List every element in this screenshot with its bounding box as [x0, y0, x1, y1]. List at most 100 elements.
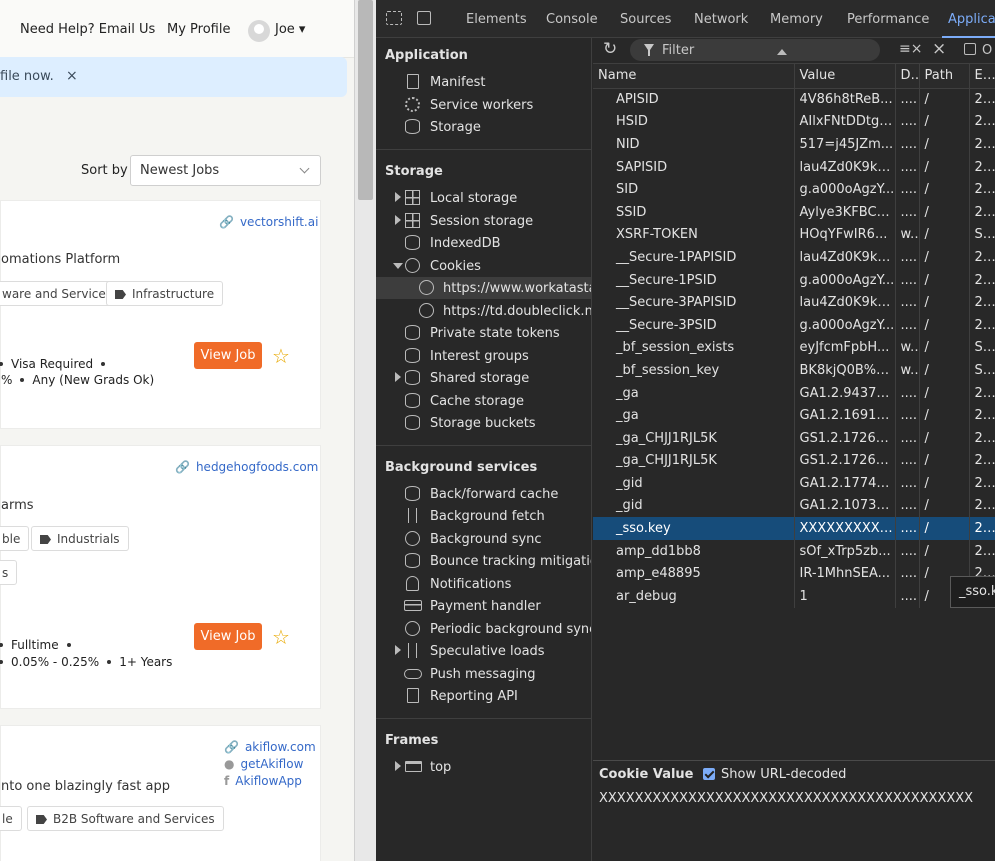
sidebar-item-cookie-origin-workatastartup[interactable]: https://www.workatastartu: [376, 277, 591, 299]
industry-tag: B2B Software and Services: [27, 806, 224, 831]
table-row[interactable]: _gaGA1.2.16912......./202: [593, 404, 995, 427]
company-link[interactable]: 🔗 vectorshift.ai: [219, 215, 318, 229]
sidebar-item-notifications[interactable]: Notifications: [376, 573, 591, 595]
top-navigation: Need Help? Email Us My Profile Joe ▾: [0, 0, 354, 58]
sidebar-item-back-forward-cache[interactable]: Back/forward cache: [376, 483, 591, 505]
sidebar-item-storage-buckets[interactable]: Storage buckets: [376, 412, 591, 434]
table-row[interactable]: HSIDAIlxFNtDDtg_......./202: [593, 110, 995, 134]
table-row[interactable]: ar_debug1..../202: [593, 585, 995, 608]
cookie-value-text[interactable]: XXXXXXXXXXXXXXXXXXXXXXXXXXXXXXXXXXXXXXXX…: [599, 791, 973, 806]
tab-memory[interactable]: Memory: [770, 12, 823, 27]
column-header-path[interactable]: Path: [919, 64, 970, 89]
sidebar-item-cookies[interactable]: Cookies: [376, 255, 591, 277]
help-email-link[interactable]: Need Help? Email Us: [20, 22, 155, 37]
page-scrollbar[interactable]: [354, 0, 376, 861]
column-header-domain[interactable]: D..: [895, 64, 920, 89]
my-profile-link[interactable]: My Profile: [167, 22, 230, 37]
sidebar-item-shared-storage[interactable]: Shared storage: [376, 367, 591, 389]
view-job-button[interactable]: View Job: [194, 623, 262, 650]
table-row[interactable]: SSIDAylye3KFBCy......./202: [593, 200, 995, 224]
column-header-expires[interactable]: Exp: [969, 64, 995, 89]
company-link[interactable]: 🔗 akiflow.com: [224, 740, 316, 754]
tab-network[interactable]: Network: [694, 12, 748, 27]
table-row[interactable]: SIDg.a000oAgzY......./202: [593, 178, 995, 201]
cell-domain: ....: [895, 110, 920, 134]
table-row[interactable]: XSRF-TOKENHOqYFwIR6...w.../Ses: [593, 223, 995, 247]
table-row[interactable]: _gidGA1.2.17744......./202: [593, 472, 995, 495]
cookie-icon: [405, 258, 420, 273]
sort-select[interactable]: Newest Jobs: [130, 155, 321, 186]
application-sidebar: Application Manifest Service workers Sto…: [376, 38, 592, 861]
table-row[interactable]: _ga_CHJJ1RJL5KGS1.2.17266......./202: [593, 449, 995, 473]
table-row[interactable]: APISID4V86h8tReB......./202: [593, 88, 995, 111]
tab-elements[interactable]: Elements: [466, 12, 527, 27]
sidebar-item-periodic-background-sync[interactable]: Periodic background sync: [376, 618, 591, 640]
table-row[interactable]: _gidGA1.2.10739......./202: [593, 494, 995, 518]
sidebar-item-push-messaging[interactable]: Push messaging: [376, 663, 591, 685]
view-job-button[interactable]: View Job: [194, 342, 262, 369]
cell-value: GS1.2.17267...: [794, 426, 896, 450]
database-icon: [405, 235, 420, 250]
cell-domain: ....: [895, 562, 920, 586]
user-menu[interactable]: Joe ▾: [275, 22, 305, 37]
cloud-icon: [404, 669, 422, 679]
sidebar-item-reporting-api[interactable]: Reporting API: [376, 685, 591, 707]
table-row[interactable]: __Secure-3PSIDg.a000oAgzY......./202: [593, 313, 995, 337]
inspect-element-icon[interactable]: [386, 11, 402, 25]
table-row[interactable]: NID517=j45JZm......./202: [593, 133, 995, 156]
clear-filtered-icon[interactable]: ≡×: [899, 41, 922, 57]
table-row[interactable]: SAPISIDlau4Zd0K9kt......./202: [593, 155, 995, 179]
sidebar-item-background-fetch[interactable]: Background fetch: [376, 505, 591, 527]
cookie-value-panel: Cookie Value Show URL-decoded XXXXXXXXXX…: [593, 760, 995, 861]
sidebar-item-service-workers[interactable]: Service workers: [376, 94, 591, 116]
sidebar-item-speculative-loads[interactable]: Speculative loads: [376, 640, 591, 662]
table-row[interactable]: _gaGA1.2.94370......./202: [593, 381, 995, 405]
table-row[interactable]: _bf_session_existseyJfcmFpbH...w.../Ses: [593, 336, 995, 360]
device-toolbar-icon[interactable]: [417, 11, 431, 25]
facebook-link[interactable]: f AkiflowApp: [224, 774, 302, 788]
filter-input[interactable]: Filter: [630, 39, 880, 61]
column-header-name[interactable]: Name: [593, 64, 795, 89]
refresh-icon[interactable]: ↻: [603, 39, 617, 59]
sidebar-item-payment-handler[interactable]: Payment handler: [376, 595, 591, 617]
table-row[interactable]: __Secure-3PAPISIDlau4Zd0K9kt......./202: [593, 291, 995, 314]
table-row[interactable]: amp_e48895IR-1MhnSEA......./202: [593, 562, 995, 586]
company-link[interactable]: 🔗 hedgehogfoods.com: [175, 460, 318, 474]
tab-application[interactable]: Applicati: [948, 12, 995, 27]
table-row[interactable]: __Secure-1PSIDg.a000oAgzY......./202: [593, 268, 995, 292]
sidebar-item-manifest[interactable]: Manifest: [376, 71, 591, 93]
twitter-link[interactable]: ● getAkiflow: [224, 757, 303, 771]
cell-name: __Secure-3PAPISID: [593, 291, 795, 314]
star-icon[interactable]: ☆: [272, 627, 290, 647]
sidebar-item-bounce-tracking-mitigations[interactable]: Bounce tracking mitigations: [376, 550, 591, 572]
cell-path: /: [919, 539, 970, 563]
table-row[interactable]: _bf_session_keyBK8kjQ0B%2...w.../Ses: [593, 359, 995, 382]
company-url[interactable]: hedgehogfoods.com: [196, 460, 318, 474]
tab-sources[interactable]: Sources: [620, 12, 671, 27]
star-icon[interactable]: ☆: [272, 346, 290, 366]
sidebar-item-frame-top[interactable]: top: [376, 756, 591, 778]
sidebar-item-background-sync[interactable]: Background sync: [376, 528, 591, 550]
company-url[interactable]: vectorshift.ai: [240, 215, 318, 229]
delete-all-icon[interactable]: ×: [932, 39, 946, 59]
sidebar-item-private-state-tokens[interactable]: Private state tokens: [376, 322, 591, 344]
banner-close-icon[interactable]: ×: [66, 68, 78, 84]
sidebar-item-cookie-origin-doubleclick[interactable]: https://td.doubleclick.net: [376, 300, 591, 322]
sidebar-item-session-storage[interactable]: Session storage: [376, 210, 591, 232]
avatar[interactable]: [248, 20, 270, 42]
tab-performance[interactable]: Performance: [847, 12, 929, 27]
table-row[interactable]: _ga_CHJJ1RJL5KGS1.2.17267......./202: [593, 426, 995, 450]
only-issues-checkbox[interactable]: [964, 43, 976, 55]
table-row[interactable]: _sso.keyXXXXXXXXXX......./202: [593, 517, 995, 540]
sidebar-item-interest-groups[interactable]: Interest groups: [376, 345, 591, 367]
table-row[interactable]: amp_dd1bb8sOf_xTrp5zb......./202: [593, 539, 995, 563]
sidebar-item-indexeddb[interactable]: IndexedDB: [376, 232, 591, 254]
sidebar-item-cache-storage[interactable]: Cache storage: [376, 390, 591, 412]
scrollbar-thumb[interactable]: [358, 0, 373, 200]
show-url-decoded-checkbox[interactable]: [703, 768, 715, 780]
sidebar-item-local-storage[interactable]: Local storage: [376, 187, 591, 209]
table-row[interactable]: __Secure-1PAPISIDlau4Zd0K9kt......./202: [593, 246, 995, 269]
column-header-value[interactable]: Value: [794, 64, 896, 89]
tab-console[interactable]: Console: [546, 12, 598, 27]
sidebar-item-storage[interactable]: Storage: [376, 116, 591, 138]
